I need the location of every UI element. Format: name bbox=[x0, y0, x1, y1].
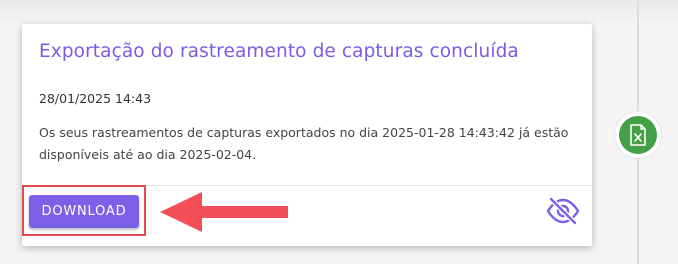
excel-glyph bbox=[630, 124, 646, 146]
notification-title: Exportação do rastreamento de capturas c… bbox=[39, 41, 519, 62]
top-fade bbox=[0, 0, 678, 24]
notifications-panel: Exportação do rastreamento de capturas c… bbox=[0, 0, 678, 264]
excel-file-icon bbox=[619, 116, 657, 154]
left-arrow-annotation bbox=[160, 192, 288, 232]
download-button[interactable]: DOWNLOAD bbox=[29, 195, 139, 228]
notification-message: Os seus rastreamentos de capturas export… bbox=[39, 125, 569, 162]
notification-date: 28/01/2025 14:43 bbox=[39, 91, 152, 106]
eye-off-icon[interactable] bbox=[545, 196, 581, 226]
notification-card: Exportação do rastreamento de capturas c… bbox=[22, 24, 592, 246]
